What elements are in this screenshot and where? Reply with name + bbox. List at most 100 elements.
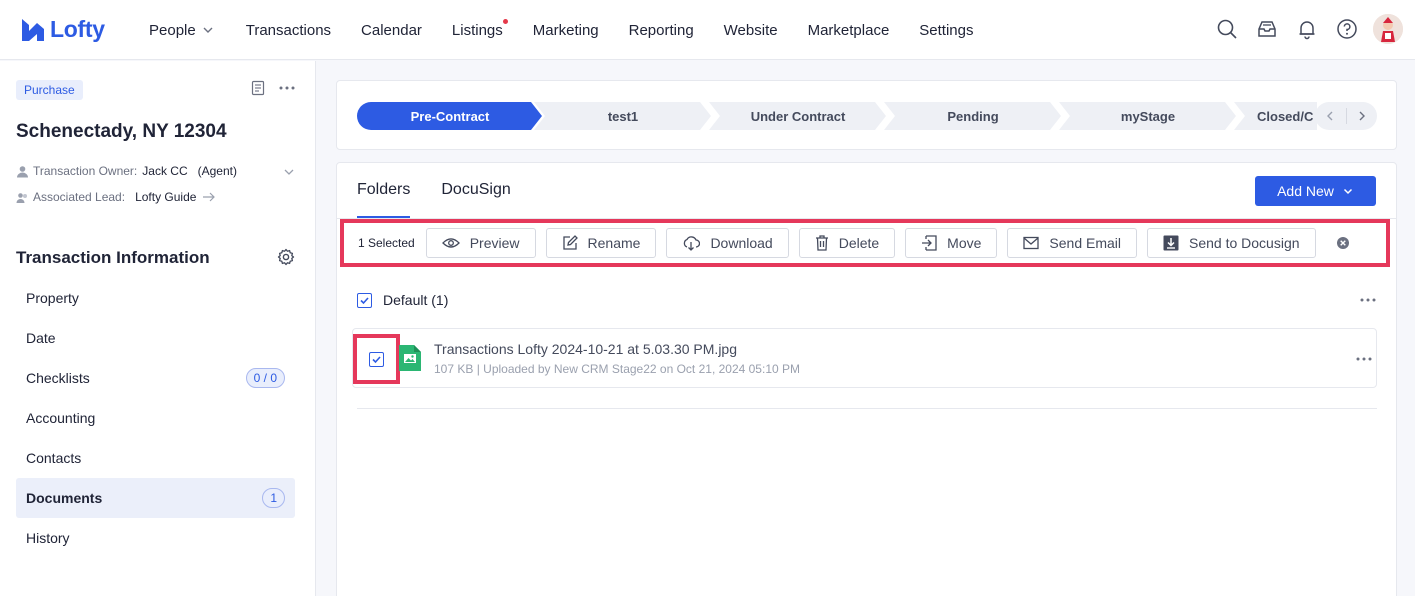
folder-checkbox[interactable] xyxy=(357,292,372,308)
folder-name[interactable]: Default (1) xyxy=(383,292,448,308)
file-meta: 107 KB | Uploaded by New CRM Stage22 on … xyxy=(434,362,800,376)
file-row[interactable]: Transactions Lofty 2024-10-21 at 5.03.30… xyxy=(352,328,1377,388)
chevron-down-icon xyxy=(203,27,213,33)
stage-under-contract[interactable]: Under Contract xyxy=(709,102,887,130)
download-button[interactable]: Download xyxy=(666,228,789,258)
more-horizontal-icon[interactable] xyxy=(1355,354,1373,364)
documents-tabs: Folders DocuSign xyxy=(357,163,542,218)
nav-reporting[interactable]: Reporting xyxy=(629,22,694,39)
person-icon xyxy=(17,165,28,177)
preview-button[interactable]: Preview xyxy=(425,228,536,258)
button-label: Send Email xyxy=(1049,235,1121,251)
nav-settings[interactable]: Settings xyxy=(919,22,973,39)
docusign-icon xyxy=(1163,235,1179,251)
stage-prev-button[interactable] xyxy=(1315,102,1346,130)
more-horizontal-icon[interactable] xyxy=(1359,292,1377,308)
file-name[interactable]: Transactions Lofty 2024-10-21 at 5.03.30… xyxy=(434,341,737,357)
stage-label: Pre-Contract xyxy=(410,108,490,124)
bell-icon[interactable] xyxy=(1295,17,1319,41)
user-avatar[interactable] xyxy=(1373,14,1403,44)
delete-button[interactable]: Delete xyxy=(798,228,896,258)
people-icon xyxy=(16,192,27,203)
chevron-down-icon xyxy=(1343,188,1352,195)
file-checkbox[interactable] xyxy=(369,351,384,367)
search-icon[interactable] xyxy=(1215,17,1239,41)
transaction-address: Schenectady, NY 12304 xyxy=(16,121,227,142)
menu-label: Date xyxy=(26,330,56,346)
transaction-menu: Property Date Checklists 0 / 0 Accounting… xyxy=(16,278,295,558)
sidebar-item-checklists[interactable]: Checklists 0 / 0 xyxy=(16,358,295,398)
stage-pre-contract[interactable]: Pre-Contract xyxy=(357,102,543,130)
move-button[interactable]: Move xyxy=(905,228,998,258)
nav-label: People xyxy=(149,21,196,39)
nav-people[interactable]: People xyxy=(149,22,216,39)
stage-label: Pending xyxy=(947,108,999,124)
nav-label: Settings xyxy=(919,21,974,39)
document-icon[interactable] xyxy=(250,80,266,96)
nav-label: Marketplace xyxy=(807,21,890,39)
nav-listings[interactable]: Listings xyxy=(451,18,508,39)
chevron-right-icon xyxy=(1359,111,1365,121)
sidebar-item-accounting[interactable]: Accounting xyxy=(16,398,295,438)
send-to-docusign-button[interactable]: Send to Docusign xyxy=(1147,228,1316,258)
stage-test1[interactable]: test1 xyxy=(534,102,712,130)
folder-row: Default (1) xyxy=(357,290,1377,310)
edit-icon xyxy=(562,235,578,250)
count-badge: 1 xyxy=(262,488,285,508)
nav-calendar[interactable]: Calendar xyxy=(361,22,422,39)
menu-label: Property xyxy=(26,290,79,306)
sidebar-actions xyxy=(250,80,296,96)
nav-marketing[interactable]: Marketing xyxy=(533,22,599,39)
transaction-owner-row[interactable]: Transaction Owner: Jack CC (Agent) xyxy=(16,164,237,178)
stage-label: Closed/C xyxy=(1257,108,1314,124)
chevron-down-icon[interactable] xyxy=(282,165,296,179)
rename-button[interactable]: Rename xyxy=(545,228,657,258)
menu-label: History xyxy=(26,530,70,546)
lead-label: Associated Lead: xyxy=(33,190,126,204)
gear-icon[interactable] xyxy=(277,248,295,266)
brand-name: Lofty xyxy=(50,16,105,42)
stage-label: Under Contract xyxy=(750,108,846,124)
documents-panel: Folders DocuSign Add New 1 Selected Prev… xyxy=(336,162,1397,596)
trash-icon xyxy=(815,235,828,251)
owner-role: (Agent) xyxy=(197,164,237,178)
stage-pending[interactable]: Pending xyxy=(884,102,1062,130)
stage-next-button[interactable] xyxy=(1347,102,1378,130)
section-title: Transaction Information xyxy=(16,248,210,267)
help-icon[interactable] xyxy=(1335,17,1359,41)
brand-logo[interactable]: Lofty xyxy=(20,16,105,43)
send-email-button[interactable]: Send Email xyxy=(1007,228,1137,258)
inbox-icon[interactable] xyxy=(1255,17,1279,41)
stage-mystage[interactable]: myStage xyxy=(1059,102,1237,130)
sidebar-item-property[interactable]: Property xyxy=(16,278,295,318)
lead-name: Lofty Guide xyxy=(135,190,197,204)
menu-label: Contacts xyxy=(26,450,82,466)
cloud-download-icon xyxy=(684,236,701,251)
nav-marketplace[interactable]: Marketplace xyxy=(808,22,890,39)
divider xyxy=(357,408,1377,409)
lofty-logo-icon xyxy=(22,18,44,41)
associated-lead-row[interactable]: Associated Lead: Lofty Guide xyxy=(16,190,216,204)
stage-pipeline: Pre-Contract test1 Under Contract Pendin… xyxy=(336,80,1397,150)
stage-label: test1 xyxy=(607,108,639,124)
button-label: Preview xyxy=(469,235,520,251)
sidebar-item-date[interactable]: Date xyxy=(16,318,295,358)
selected-count: 1 Selected xyxy=(358,236,415,250)
file-checkbox-highlight xyxy=(353,334,400,384)
sidebar-item-contacts[interactable]: Contacts xyxy=(16,438,295,478)
sidebar-item-history[interactable]: History xyxy=(16,518,295,558)
tab-docusign[interactable]: DocuSign xyxy=(441,163,510,218)
nav-website[interactable]: Website xyxy=(724,22,778,39)
sidebar-item-documents[interactable]: Documents 1 xyxy=(16,478,295,518)
nav-label: Calendar xyxy=(361,21,422,39)
add-new-button[interactable]: Add New xyxy=(1255,176,1376,206)
nav-label: Listings xyxy=(451,21,503,39)
tab-folders[interactable]: Folders xyxy=(357,163,411,218)
transaction-sidebar: Purchase Schenectady, NY 12304 Transacti… xyxy=(0,61,316,596)
more-horizontal-icon[interactable] xyxy=(278,80,296,96)
stage-closed[interactable]: Closed/C xyxy=(1234,102,1317,130)
eye-icon xyxy=(441,238,460,248)
clear-selection-button[interactable] xyxy=(1336,236,1350,250)
nav-transactions[interactable]: Transactions xyxy=(246,22,331,39)
transaction-type-badge: Purchase xyxy=(16,80,83,100)
